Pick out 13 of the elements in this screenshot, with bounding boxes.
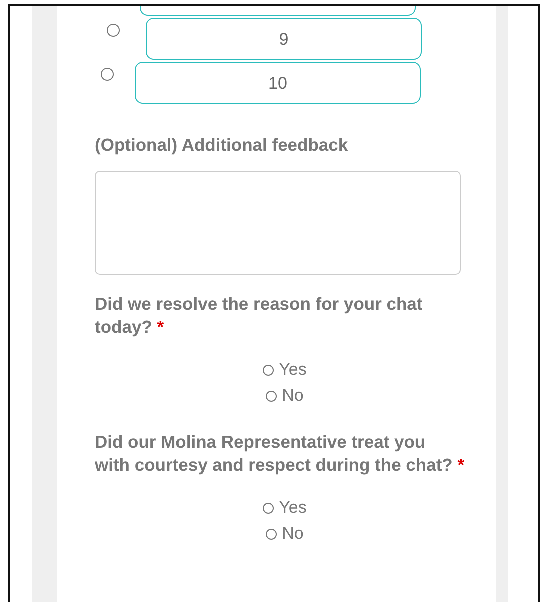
radio-option[interactable]: No — [266, 521, 304, 547]
radio-option[interactable]: Yes — [263, 357, 307, 383]
feedback-label: (Optional) Additional feedback — [95, 134, 350, 157]
option-button[interactable]: 10 — [135, 62, 421, 104]
feedback-field[interactable] — [95, 171, 461, 275]
radio-option[interactable]: Yes — [263, 495, 307, 521]
question-text: Did we resolve the reason for your chat today? * — [95, 293, 424, 339]
question-text: Did our Molina Representative treat you with courtesy and respect during the chat? * — [95, 431, 465, 477]
option-box[interactable] — [140, 6, 416, 16]
radio-button[interactable] — [101, 68, 114, 81]
option-button[interactable]: 9 — [146, 18, 422, 60]
radio-option[interactable]: No — [266, 383, 304, 409]
radio-button[interactable] — [107, 24, 120, 37]
